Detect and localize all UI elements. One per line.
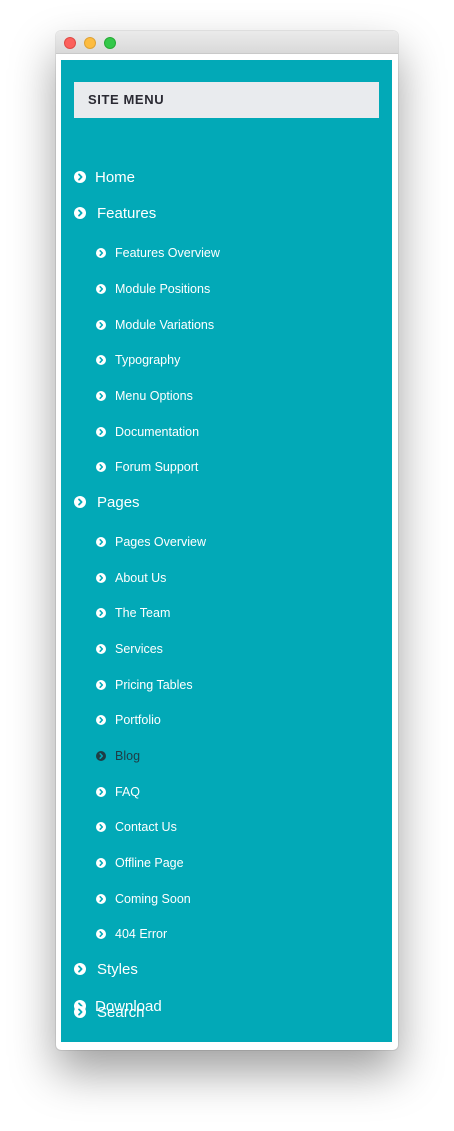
- menu-item-module-variations[interactable]: Module Variations: [96, 313, 214, 337]
- chevron-circle-right-icon: [96, 680, 106, 690]
- chevron-circle-right-icon: [74, 963, 86, 975]
- chevron-circle-right-icon: [96, 248, 106, 258]
- menu-item-menu-options[interactable]: Menu Options: [96, 384, 193, 408]
- site-menu-panel: SITE MENU Home Features Features Overvie…: [61, 60, 392, 1042]
- menu-item-404-error[interactable]: 404 Error: [96, 922, 167, 946]
- chevron-circle-right-icon: [96, 894, 106, 904]
- menu-item-label: Pages Overview: [115, 535, 207, 549]
- chevron-circle-right-icon: [96, 715, 106, 725]
- chevron-circle-right-icon: [74, 1006, 86, 1018]
- menu-item-label: Module Variations: [115, 318, 215, 332]
- menu-item-label: Coming Soon: [115, 892, 191, 906]
- chevron-circle-right-icon: [96, 284, 106, 294]
- menu-item-label: Contact Us: [115, 820, 177, 834]
- chevron-circle-right-icon: [96, 822, 106, 832]
- menu-item-label: 404 Error: [115, 927, 168, 941]
- menu-item-label: About Us: [115, 571, 167, 585]
- menu-item-label: Portfolio: [115, 713, 161, 727]
- menu-item-label: Home: [95, 168, 136, 186]
- menu-item-label: Forum Support: [115, 460, 199, 474]
- chevron-circle-right-icon: [96, 573, 106, 583]
- menu-item-services[interactable]: Services: [96, 637, 163, 661]
- menu-item-label: The Team: [115, 606, 171, 620]
- menu-item-label: Menu Options: [115, 389, 193, 403]
- chevron-circle-right-icon: [96, 751, 106, 761]
- menu-item-label: Styles: [97, 960, 138, 978]
- menu-item-contact-us[interactable]: Contact Us: [96, 815, 177, 839]
- menu-item-about-us[interactable]: About Us: [96, 566, 166, 590]
- menu-item-forum-support[interactable]: Forum Support: [96, 455, 198, 479]
- window-titlebar: [56, 31, 398, 54]
- chevron-circle-right-icon: [96, 427, 106, 437]
- browser-window: SITE MENU Home Features Features Overvie…: [56, 31, 398, 1050]
- menu-item-label: Pages: [97, 493, 140, 511]
- menu-item-the-team[interactable]: The Team: [96, 601, 170, 625]
- menu-item-coming-soon[interactable]: Coming Soon: [96, 887, 191, 911]
- menu-item-search[interactable]: Search: [74, 1000, 145, 1024]
- menu-item-styles[interactable]: Styles: [74, 957, 138, 981]
- site-menu-title: SITE MENU: [74, 82, 379, 118]
- chevron-circle-right-icon: [74, 171, 86, 183]
- menu-item-home[interactable]: Home: [74, 165, 135, 189]
- maximize-window-button[interactable]: [104, 37, 116, 49]
- menu-item-label: Typography: [115, 353, 181, 367]
- menu-item-label: FAQ: [115, 785, 141, 799]
- chevron-circle-right-icon: [96, 537, 106, 547]
- minimize-window-button[interactable]: [84, 37, 96, 49]
- menu-item-pages-overview[interactable]: Pages Overview: [96, 530, 206, 554]
- menu-item-typography[interactable]: Typography: [96, 348, 180, 372]
- chevron-circle-right-icon: [96, 608, 106, 618]
- menu-item-documentation[interactable]: Documentation: [96, 420, 199, 444]
- menu-item-label: Documentation: [115, 425, 200, 439]
- menu-item-label: Features Overview: [115, 246, 220, 260]
- menu-item-module-positions[interactable]: Module Positions: [96, 277, 210, 301]
- chevron-circle-right-icon: [96, 929, 106, 939]
- menu-item-features-overview[interactable]: Features Overview: [96, 241, 220, 265]
- chevron-circle-right-icon: [96, 858, 106, 868]
- chevron-circle-right-icon: [96, 320, 106, 330]
- menu-item-search-row: Search: [61, 1000, 392, 1024]
- menu-item-label: Features: [97, 204, 157, 222]
- chevron-circle-right-icon: [96, 391, 106, 401]
- menu-item-label: Blog: [115, 749, 141, 763]
- menu-item-faq[interactable]: FAQ: [96, 780, 140, 804]
- chevron-circle-right-icon: [96, 644, 106, 654]
- close-window-button[interactable]: [64, 37, 76, 49]
- menu-item-label: Module Positions: [115, 282, 211, 296]
- menu-item-pages[interactable]: Pages: [74, 490, 140, 514]
- chevron-circle-right-icon: [74, 496, 86, 508]
- chevron-circle-right-icon: [96, 355, 106, 365]
- menu-item-pricing-tables[interactable]: Pricing Tables: [96, 673, 193, 697]
- chevron-circle-right-icon: [96, 787, 106, 797]
- menu-item-features[interactable]: Features: [74, 201, 156, 225]
- chevron-circle-right-icon: [74, 207, 86, 219]
- chevron-circle-right-icon: [96, 462, 106, 472]
- menu-item-label: Pricing Tables: [115, 678, 193, 692]
- menu-item-label: Services: [115, 642, 163, 656]
- menu-item-label: Offline Page: [115, 856, 184, 870]
- menu-item-offline-page[interactable]: Offline Page: [96, 851, 184, 875]
- menu-item-blog[interactable]: Blog: [96, 744, 140, 768]
- menu-item-portfolio[interactable]: Portfolio: [96, 708, 161, 732]
- menu-item-label: Search: [97, 1003, 145, 1021]
